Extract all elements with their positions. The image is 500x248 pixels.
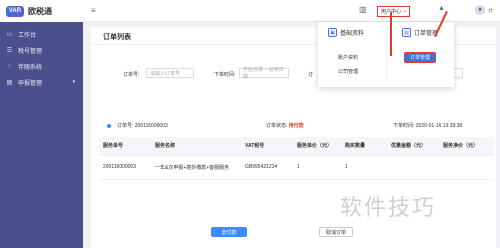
discount-cell (387, 155, 439, 180)
order-column: ▤ 订单管理 (402, 28, 438, 37)
bell-icon[interactable]: ▲ (438, 5, 445, 12)
sidebar-item-label: 工作台 (18, 32, 37, 39)
cancel-order-button[interactable]: 取消订单 (319, 227, 353, 237)
sidebar: VAR 欧税通 ▭ 工作台 ☰ 税号管理 ◌ 伴随系统 ▤ 申报管理 ▾ (0, 0, 83, 248)
chevron-down-icon: ▾ (72, 79, 75, 85)
column-header: 服务单号 (99, 137, 151, 156)
order-status-info: 订单状态: 待付款 (266, 122, 304, 129)
sidebar-item-tax-number[interactable]: ☰ 税号管理 (0, 42, 83, 58)
user-center-button[interactable]: 用户中心 ◔ (377, 6, 411, 17)
app-root: VAR 欧税通 ▭ 工作台 ☰ 税号管理 ◌ 伴随系统 ▤ 申报管理 ▾ ≡ ▥… (0, 0, 500, 248)
order-no-input[interactable]: 请输入订单号 (146, 68, 194, 78)
table-row: 200116000003 一年&次申报+境外缴款+客服服务 GB99542123… (99, 155, 494, 180)
column-header: 优惠金额（元） (387, 137, 439, 156)
menu-collapse-icon[interactable]: ≡ (91, 6, 96, 15)
order-management-header: ▤ 订单管理 (402, 28, 438, 37)
profile-icon: ▣ (328, 28, 337, 37)
vat-number-cell: GB995421234 (241, 155, 293, 180)
user-center-dropdown: ▣ 基础资料 ▤ 订单管理 账户资料 公司管理 订单管理 (318, 22, 454, 87)
order-management-button[interactable]: 订单管理 (404, 52, 437, 63)
net-price-cell (439, 155, 494, 180)
service-name-cell: 一年&次申报+境外缴款+客服服务 (151, 155, 241, 180)
column-header: VAT税号 (241, 137, 293, 156)
sidebar-item-workbench[interactable]: ▭ 工作台 (0, 26, 83, 42)
status-dot (107, 124, 111, 128)
chevron-down-icon: ◔ (403, 8, 407, 15)
column-header: 服务净价（元） (439, 137, 494, 156)
table-header-row: 服务单号 服务名称 VAT税号 服务单价（元） 购买数量 优惠金额（元） 服务净… (99, 137, 494, 156)
document-icon: ☰ (6, 47, 13, 54)
menu-item-company-management[interactable]: 公司管理 (338, 68, 358, 75)
bulb-icon: ◌ (7, 63, 12, 69)
list-icon: ▤ (6, 79, 13, 86)
sidebar-item-label: 申报管理 (18, 80, 43, 87)
quantity-cell: 1 (341, 155, 387, 180)
order-no-label: 订单号: (123, 72, 140, 78)
column-header: 服务单价（元） (293, 137, 341, 156)
sidebar-item-declaration[interactable]: ▤ 申报管理 ▾ (0, 74, 83, 90)
pay-button[interactable]: 去付款 (211, 227, 247, 237)
order-number: 订单号: 200116000003 (117, 123, 168, 129)
order-status-label: 订 (308, 72, 314, 78)
brand-name: 欧税通 (28, 6, 52, 16)
watermark: 软件技巧 (340, 196, 437, 221)
order-table: 服务单号 服务名称 VAT税号 服务单价（元） 购买数量 优惠金额（元） 服务净… (99, 137, 494, 180)
order-time: 下单时间: 2020-01-16 13:39:38 (393, 123, 463, 129)
shop-icon[interactable]: ▥ (359, 5, 367, 14)
menu-item-account-info[interactable]: 账户资料 (338, 54, 358, 61)
basic-info-label: 基础资料 (340, 31, 365, 37)
user-name[interactable]: 计 (488, 7, 493, 14)
order-time-input[interactable]: 开始日期 ~ 结束日期 (239, 67, 289, 80)
brand-logo: VAR (6, 5, 24, 17)
basic-info-header: ▣ 基础资料 (328, 28, 364, 37)
sidebar-item-label: 伴随系统 (18, 64, 43, 71)
order-time-label: 下单时间: (214, 72, 236, 78)
sidebar-item-companion[interactable]: ◌ 伴随系统 (0, 58, 83, 74)
unit-price-cell: 1 (293, 155, 341, 180)
avatar[interactable]: ● (475, 5, 485, 15)
divider (386, 28, 387, 80)
monitor-icon: ▭ (6, 31, 13, 38)
column-header: 购买数量 (341, 137, 387, 156)
order-icon: ▤ (402, 28, 411, 37)
sidebar-item-label: 税号管理 (18, 48, 43, 55)
top-bar: ≡ ▥ 用户中心 ◔ ▲ ● 计 (83, 0, 500, 22)
brand[interactable]: VAR 欧税通 (0, 0, 83, 22)
order-status-label: 订单状态: (266, 123, 288, 129)
column-header: 服务名称 (151, 137, 241, 156)
status-badge: 待付款 (288, 123, 304, 129)
service-number-cell: 200116000003 (99, 155, 151, 180)
basic-info-column: ▣ 基础资料 (328, 28, 364, 37)
annotation-arrow (390, 12, 392, 56)
page-title: 订单列表 (103, 34, 131, 41)
